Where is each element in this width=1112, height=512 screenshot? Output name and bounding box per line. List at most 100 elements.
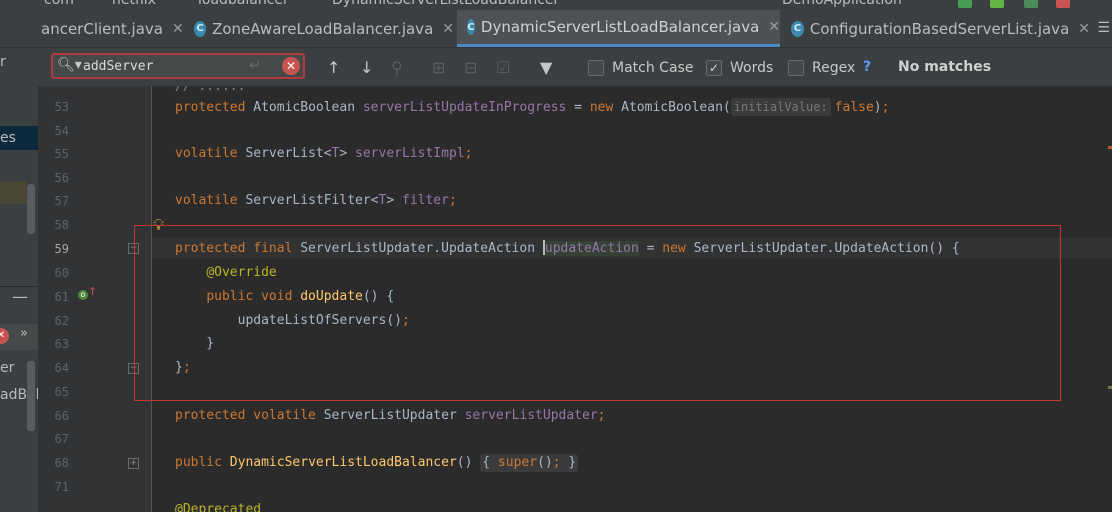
line-number: 60 [54,266,69,280]
regex-label: Regex [812,60,856,76]
regex-box[interactable] [788,60,804,76]
code-line-57[interactable]: volatile ServerListFilter<T> filter; [175,192,457,210]
tab-list-menu-icon[interactable]: ☰ [1097,20,1110,36]
words-box[interactable]: ✓ [706,60,722,76]
line-number: 62 [54,314,69,328]
tab-configuration-based-server-list[interactable]: C ConfigurationBasedServerList.java ✕ [783,10,1090,47]
search-status: No matches [898,59,992,75]
error-stripe-mark[interactable] [1108,386,1112,389]
code-line-55[interactable]: volatile ServerList<T> serverListImpl; [175,145,472,163]
add-occurrence-icon[interactable]: ⊞ [432,58,445,77]
find-all-icon[interactable]: ⚲ [391,58,403,77]
tab-label: ConfigurationBasedServerList.java [809,19,1070,38]
filter-icon[interactable]: ▼ [540,58,552,77]
tab-label: ZoneAwareLoadBalancer.java [212,19,434,38]
line-number: 56 [54,171,69,185]
error-stripe-mark[interactable] [1108,146,1112,149]
run-configuration-select[interactable]: DemoApplication [782,0,902,8]
match-case-label: Match Case [612,60,694,76]
class-icon: C [194,20,207,37]
find-bar: 🔍︎▾ ↵ ✕ ↑ ↓ ⚲ ⊞ ⊟ ☑ ▼ Match Case ✓ Words… [0,48,1112,87]
code-line-62[interactable]: updateListOfServers(); [175,312,410,330]
chevron-right-icon[interactable]: » [20,326,28,341]
search-icon[interactable]: 🔍︎▾ [57,57,82,73]
previous-occurrence-icon[interactable]: ↑ [327,58,340,77]
code-line-68[interactable]: public DynamicServerListLoadBalancer() {… [175,454,579,472]
match-case-box[interactable] [588,60,604,76]
line-number: 53 [54,100,69,114]
tab-label: DynamicServerListLoadBalancer.java [480,18,760,36]
regex-checkbox[interactable]: Regex [788,59,855,77]
tab-dynamic-server-list-load-balancer[interactable]: C DynamicServerListLoadBalancer.java ✕ [457,10,780,47]
project-tree-item-fragment[interactable]: r [0,54,6,70]
regex-help-link[interactable]: ? [863,59,871,75]
line-number: 71 [54,480,69,494]
code-line-64[interactable]: }; [175,359,191,377]
editor-tab-bar: ancerClient.java ✕ C ZoneAwareLoadBalanc… [0,10,1112,48]
structure-item-fragment[interactable]: er [0,360,14,376]
line-number: 55 [54,147,69,161]
line-number: 54 [54,124,69,138]
fold-icon[interactable]: − [128,243,139,254]
breadcrumb-bar: com netflix loadbalancer DynamicServerLi… [0,0,1112,10]
breadcrumb-item-class[interactable]: DynamicServerListLoadBalancer [332,0,559,8]
line-number: 66 [54,409,69,423]
code-line-61[interactable]: public void doUpdate() { [175,288,394,306]
fold-icon[interactable]: + [128,458,139,469]
tab-zone-aware-load-balancer[interactable]: C ZoneAwareLoadBalancer.java ✕ [186,10,454,47]
structure-scrollbar[interactable] [27,361,35,431]
enter-icon: ↵ [249,56,262,74]
select-all-occurrences-icon[interactable]: ☑ [496,58,510,77]
words-label: Words [730,60,774,76]
code-line-53[interactable]: protected AtomicBoolean serverListUpdate… [175,98,889,117]
code-line-59[interactable]: protected final ServerListUpdater.Update… [175,240,960,258]
breadcrumb-item-com[interactable]: com [44,0,74,8]
line-number: 58 [54,218,69,232]
editor-gutter: 53 54 55 56 57 58 59 60 61 62 63 64 65 6… [39,86,152,512]
close-icon[interactable]: ✕ [1078,21,1090,37]
code-editor[interactable]: // ...... protected AtomicBoolean server… [152,86,1112,512]
coverage-icon[interactable] [1024,0,1038,8]
breadcrumb-item-loadbalancer[interactable]: loadbalancer [198,0,289,8]
line-number: 63 [54,337,69,351]
close-icon[interactable]: ✕ [172,21,184,37]
parameter-hint: initialValue: [730,98,831,116]
tab-ribbon-client[interactable]: ancerClient.java ✕ [39,10,184,47]
line-number: 65 [54,385,69,399]
match-case-checkbox[interactable]: Match Case [588,59,693,77]
debug-icon[interactable] [990,0,1004,8]
collapse-icon[interactable]: — [12,287,28,306]
class-icon: C [791,20,804,37]
breadcrumb-item-netflix[interactable]: netflix [112,0,156,8]
project-tree-item-fragment[interactable]: es [0,130,16,146]
search-field-container: 🔍︎▾ ↵ ✕ [51,53,305,79]
run-icon[interactable] [958,0,972,8]
project-tree-highlight[interactable] [0,181,26,204]
project-scrollbar[interactable] [27,184,35,234]
line-number: 68 [54,456,69,470]
stop-icon[interactable] [1056,0,1070,8]
search-input[interactable] [83,57,233,75]
tab-label: ancerClient.java [41,19,163,38]
close-icon[interactable]: ✕ [442,21,454,37]
code-line-66[interactable]: protected volatile ServerListUpdater ser… [175,407,606,425]
line-number: 61 [54,290,69,304]
remove-occurrence-icon[interactable]: ⊟ [464,58,477,77]
clear-icon[interactable]: ✕ [282,57,300,75]
code-line-63[interactable]: } [175,335,214,353]
close-icon[interactable]: ✕ [768,19,780,35]
line-number: 67 [54,432,69,446]
line-number: 57 [54,194,69,208]
code-line-60[interactable]: @Override [175,264,276,282]
override-method-icon[interactable]: o [78,290,88,300]
code-line-52[interactable]: // ...... [175,86,245,96]
next-occurrence-icon[interactable]: ↓ [360,58,373,77]
override-arrow-icon[interactable]: ↑ [88,285,97,298]
class-icon: C [467,19,475,35]
fold-icon[interactable]: − [128,363,139,374]
line-number: 64 [54,361,69,375]
line-number-current: 59 [54,242,69,256]
project-pane: es — ✕ » er adBala [0,86,39,512]
code-line-72[interactable]: @Deprecated [175,501,261,512]
words-checkbox[interactable]: ✓ Words [706,59,773,77]
